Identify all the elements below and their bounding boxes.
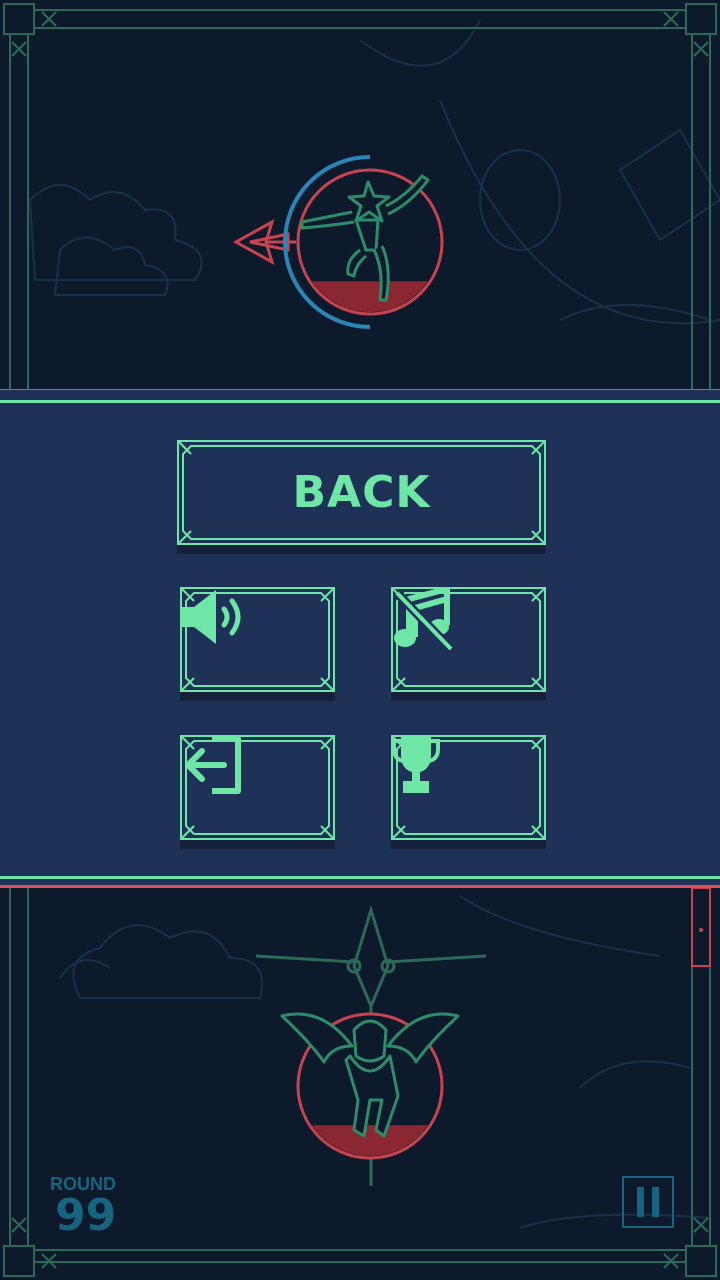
- panel-top-border: [0, 400, 720, 403]
- pause-icon-bar: [652, 1187, 659, 1217]
- sound-toggle-button[interactable]: [180, 587, 335, 701]
- player-character: [228, 150, 458, 330]
- speaker-icon: [182, 590, 241, 644]
- music-muted-icon: [393, 587, 455, 651]
- round-number: 99: [55, 1190, 117, 1241]
- pause-button[interactable]: [622, 1176, 674, 1228]
- back-button[interactable]: BACK: [177, 440, 546, 554]
- leaderboard-button[interactable]: [391, 735, 546, 849]
- exit-button[interactable]: [180, 735, 335, 849]
- panel-bottom-border: [0, 876, 720, 879]
- enemy-character: [254, 906, 488, 1190]
- exit-icon: [185, 736, 241, 794]
- trophy-icon: [392, 737, 440, 793]
- pause-icon: [637, 1187, 644, 1217]
- back-label: BACK: [292, 467, 431, 518]
- music-toggle-button[interactable]: [391, 587, 546, 701]
